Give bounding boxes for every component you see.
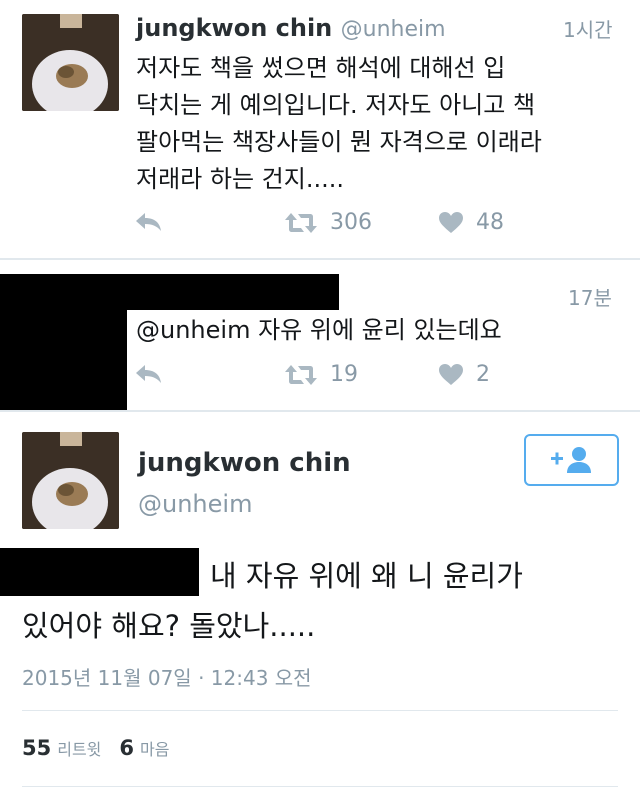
action-bar: 19 2 [0,362,640,394]
reply-button[interactable] [134,210,164,234]
display-name-text: jungkwon chin [136,14,333,42]
retweet-icon [285,364,317,385]
timestamp[interactable]: 1시간 [563,14,613,43]
action-bar: 306 48 [0,210,640,242]
tweet-text-line: 닥치는 게 예의입니다. 저자도 아니고 책 [136,91,536,119]
retweet-button[interactable]: 306 [284,210,372,235]
tweet-text-line: 저자도 책을 썼으면 해석에 대해선 입 [136,54,506,82]
display-name[interactable]: jungkwon chin [138,448,351,478]
like-count: 48 [476,210,504,235]
reply-button[interactable] [134,362,164,386]
heart-icon [439,363,463,385]
handle[interactable]: @unheim [341,17,446,42]
tweet-text: 내 자유 위에 왜 니 윤리가 [210,556,523,596]
divider [22,710,618,711]
avatar[interactable] [22,14,119,111]
retweet-count: 306 [330,210,372,235]
follow-button[interactable] [524,434,619,486]
avatar[interactable] [22,432,119,529]
follow-user-icon [550,447,591,473]
timestamp[interactable]: 17분 [568,282,612,311]
handle[interactable]: @unheim [138,490,252,518]
tweet-text: @unheim 자유 위에 윤리 있는데요 [136,316,502,344]
tweet-datetime[interactable]: 2015년 11월 07일 · 12:43 오전 [22,662,312,691]
like-button[interactable]: 2 [438,362,490,387]
like-total-label: 마음 [140,740,170,759]
like-total[interactable]: 6 [119,736,134,760]
tweet-text-line: 있어야 해요? 돌았나..... [22,609,316,643]
tweet-text-line: 저래라 하는 건지..... [136,165,344,193]
tweet-text: 저자도 책을 썼으면 해석에 대해선 입 닥치는 게 예의입니다. 저자도 아니… [136,50,626,198]
tweet-text-line: 내 자유 위에 왜 니 윤리가 [210,559,523,593]
tweet-text: 있어야 해요? 돌았나..... [22,606,315,646]
reply-icon [136,365,161,383]
like-count: 2 [476,362,490,387]
heart-icon [439,211,463,233]
display-name[interactable]: jungkwon chin @unheim [136,14,446,42]
avatar-photo [22,14,119,111]
like-button[interactable]: 48 [438,210,504,235]
tweet-text-line: 팔아먹는 책장사들이 뭔 자격으로 이래라 [136,128,542,156]
tweet-2: 17분 @unheim 자유 위에 윤리 있는데요 19 2 [0,260,640,410]
redaction-box [120,274,339,310]
avatar-photo [22,432,119,529]
retweet-count: 19 [330,362,358,387]
retweet-button[interactable]: 19 [284,362,358,387]
redaction-box [0,548,199,596]
retweet-total-label: 리트윗 [57,740,102,759]
retweet-total[interactable]: 55 [22,736,51,760]
tweet-1: jungkwon chin @unheim 1시간 저자도 책을 썼으면 해석에… [0,0,640,258]
reply-icon [136,213,161,231]
divider [22,786,618,787]
tweet-stats: 55 리트윗 6 마음 [22,736,187,760]
retweet-icon [285,212,317,233]
